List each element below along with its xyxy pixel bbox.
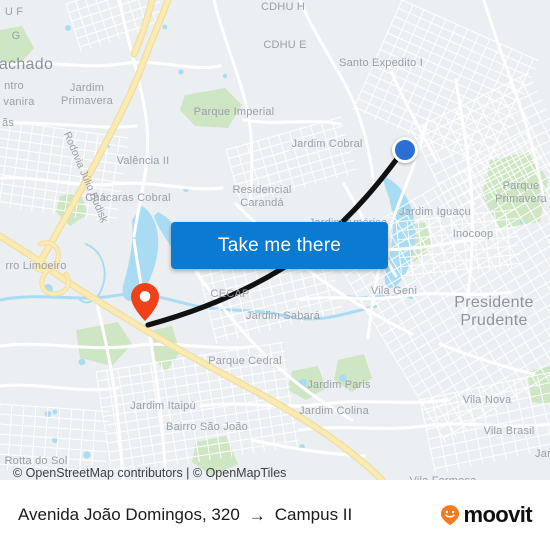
moovit-logo: moovit <box>439 502 533 527</box>
map-canvas[interactable]: U F Gachado ntro vanira ãs CDHU H CDHU E Santo … <box>0 0 550 480</box>
trip-destination-label: Campus II <box>274 505 353 524</box>
moovit-pin-icon <box>441 505 460 526</box>
arrow-right-icon: → <box>248 505 266 525</box>
trip-summary: Avenida João Domingos, 320 → Campus II <box>18 505 352 525</box>
trip-origin-label: Avenida João Domingos, 320 <box>18 505 240 524</box>
map-pin-icon <box>131 283 159 321</box>
moovit-wordmark: moovit <box>463 502 532 527</box>
take-me-there-button[interactable]: Take me there <box>171 222 388 269</box>
destination-marker[interactable] <box>392 137 418 163</box>
footer-bar: Avenida João Domingos, 320 → Campus II m… <box>0 480 550 550</box>
map-attribution: © OpenStreetMap contributors | © OpenMap… <box>13 466 287 480</box>
origin-marker[interactable] <box>131 283 159 321</box>
